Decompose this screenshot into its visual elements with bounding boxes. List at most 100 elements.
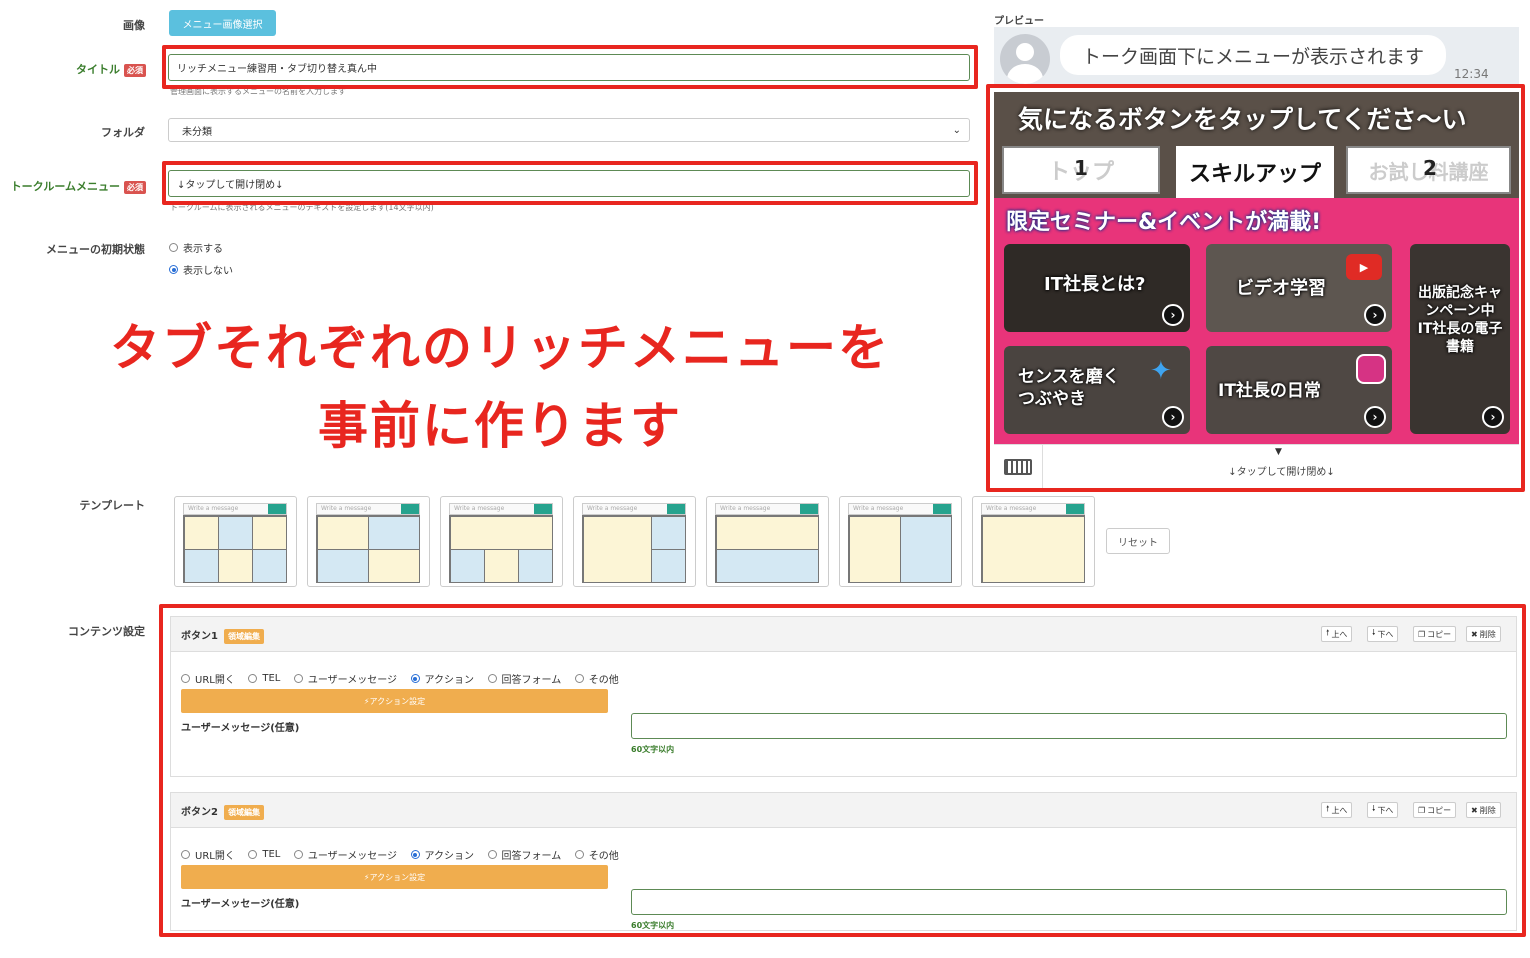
- camera-icon: [1356, 354, 1386, 384]
- close-icon: ✖: [1471, 629, 1478, 639]
- copy-label: コピー: [1427, 805, 1452, 815]
- template-placeholder: Write a message: [454, 505, 505, 512]
- radio-icon: [181, 850, 190, 859]
- copy-button[interactable]: ❐ コピー: [1413, 626, 1457, 642]
- move-down-button[interactable]: 🠗 下へ: [1367, 626, 1399, 642]
- template-option-6[interactable]: Write a message: [839, 496, 962, 587]
- tile-daily[interactable]: IT社長の日常 ›: [1206, 346, 1392, 434]
- button-1-type-options: URL開く TEL ユーザーメッセージ アクション 回答フォーム その他: [181, 671, 629, 686]
- type-user-message[interactable]: ユーザーメッセージ: [293, 847, 397, 862]
- preview-label: プレビュー: [994, 16, 1044, 27]
- action-settings-button[interactable]: ⚡ アクション設定: [181, 689, 608, 713]
- template-option-1[interactable]: Write a message: [174, 496, 297, 587]
- move-up-button[interactable]: 🠕 上へ: [1321, 626, 1353, 642]
- type-answer-form-label: 回答フォーム: [501, 675, 562, 686]
- folder-select[interactable]: 未分類 ⌄: [168, 118, 970, 142]
- required-badge: 必須: [124, 180, 146, 194]
- type-action[interactable]: アクション: [410, 847, 475, 862]
- folder-label: フォルダ: [101, 126, 145, 139]
- area-edit-badge[interactable]: 領域編集: [223, 804, 264, 820]
- move-down-label: 下へ: [1377, 805, 1394, 815]
- rich-menu-preview: 気になるボタンをタップしてくださ～い トップ 1 スキルアップ お試し料講座 2…: [994, 92, 1519, 444]
- radio-icon: [487, 850, 497, 859]
- reset-button[interactable]: リセット: [1106, 528, 1170, 554]
- footer-toggle-text[interactable]: ↓タップして開け閉め↓: [994, 463, 1530, 478]
- template-option-4[interactable]: Write a message: [573, 496, 696, 587]
- type-tel[interactable]: TEL: [248, 673, 280, 684]
- title-label: タイトル 必須: [60, 61, 146, 77]
- area-edit-badge[interactable]: 領域編集: [223, 628, 264, 644]
- user-message-input[interactable]: [631, 889, 1507, 915]
- user-message-label: ユーザーメッセージ(任意): [181, 723, 300, 734]
- talk-menu-label: トークルームメニュー 必須: [4, 178, 146, 194]
- action-settings-button[interactable]: ⚡ アクション設定: [181, 865, 608, 889]
- type-url[interactable]: URL開く: [181, 847, 235, 862]
- type-other[interactable]: その他: [574, 671, 619, 686]
- type-other[interactable]: その他: [574, 847, 619, 862]
- tile-video-label: ビデオ学習: [1236, 278, 1326, 299]
- button-1-header: ボタン1 領域編集 🠕 上へ 🠗 下へ ❐ コピー ✖ 削除: [170, 616, 1517, 652]
- button-2-type-options: URL開く TEL ユーザーメッセージ アクション 回答フォーム その他: [181, 847, 629, 862]
- type-tel-label: TEL: [262, 673, 281, 684]
- move-down-label: 下へ: [1377, 629, 1394, 639]
- caret-down-icon: ▼: [1275, 447, 1282, 457]
- initial-state-label: メニューの初期状態: [46, 243, 145, 256]
- radio-icon: [574, 850, 584, 859]
- tile-daily-label: IT社長の日常: [1218, 381, 1321, 401]
- template-placeholder: Write a message: [720, 505, 771, 512]
- tile-sense[interactable]: センスを磨くつぶやき ✦ ›: [1004, 346, 1190, 434]
- tile-it-president[interactable]: IT社長とは? ›: [1004, 244, 1190, 332]
- folder-select-value: 未分類: [182, 126, 212, 138]
- title-help: 管理画面に表示するメニューの名前を入力します: [170, 87, 346, 96]
- user-message-input[interactable]: [631, 713, 1507, 739]
- move-up-label: 上へ: [1331, 629, 1348, 639]
- annotation-line-2: 事前に作ります: [318, 397, 682, 455]
- rich-menu-panel: 限定セミナー&イベントが満載! IT社長とは? › ビデオ学習 ▶ › 出版記念キャン…: [994, 198, 1519, 444]
- tile-ebook[interactable]: 出版記念キャンペーン中 IT社長の電子書籍 ›: [1410, 244, 1510, 434]
- button-2-body: URL開く TEL ユーザーメッセージ アクション 回答フォーム その他 ⚡ ア…: [170, 827, 1517, 931]
- move-down-button[interactable]: 🠗 下へ: [1367, 802, 1399, 818]
- type-answer-form[interactable]: 回答フォーム: [487, 847, 562, 862]
- type-answer-form[interactable]: 回答フォーム: [487, 671, 562, 686]
- type-action[interactable]: アクション: [410, 671, 475, 686]
- action-settings-label: アクション設定: [369, 696, 426, 706]
- template-option-5[interactable]: Write a message: [706, 496, 829, 587]
- button-2-header: ボタン2 領域編集 🠕 上へ 🠗 下へ ❐ コピー ✖ 削除: [170, 792, 1517, 828]
- rich-menu-footer: ▼ ↓タップして開け閉め↓: [994, 444, 1519, 489]
- type-tel[interactable]: TEL: [248, 849, 280, 860]
- template-option-3[interactable]: Write a message: [440, 496, 563, 587]
- talk-menu-input[interactable]: ↓タップして開け閉め↓: [168, 170, 970, 197]
- template-option-7[interactable]: Write a message: [972, 496, 1095, 587]
- copy-icon: ❐: [1418, 629, 1426, 639]
- avatar: [1000, 34, 1050, 84]
- type-action-label: アクション: [424, 675, 475, 686]
- radio-icon: [293, 850, 303, 859]
- chevron-right-icon: ›: [1162, 406, 1184, 428]
- tile-video[interactable]: ビデオ学習 ▶ ›: [1206, 244, 1392, 332]
- copy-label: コピー: [1427, 629, 1452, 639]
- chevron-right-icon: ›: [1482, 406, 1504, 428]
- template-placeholder: Write a message: [986, 505, 1037, 512]
- button-1-body: URL開く TEL ユーザーメッセージ アクション 回答フォーム その他 ⚡ ア…: [170, 651, 1517, 777]
- annotation-line-1: タブそれぞれのリッチメニューを: [110, 319, 890, 377]
- select-menu-image-button[interactable]: メニュー画像選択: [169, 10, 276, 36]
- delete-button[interactable]: ✖ 削除: [1466, 626, 1501, 642]
- move-up-button[interactable]: 🠕 上へ: [1321, 802, 1353, 818]
- rich-tab-skillup[interactable]: スキルアップ: [1176, 146, 1334, 198]
- initial-state-hide[interactable]: 表示しない: [169, 262, 243, 277]
- arrow-down-icon: 🠗: [1372, 628, 1376, 637]
- template-option-2[interactable]: Write a message: [307, 496, 430, 587]
- copy-button[interactable]: ❐ コピー: [1413, 802, 1457, 818]
- talk-menu-label-text: トークルームメニュー: [10, 180, 120, 193]
- type-action-label: アクション: [424, 851, 475, 862]
- radio-icon: [169, 243, 178, 252]
- type-user-message[interactable]: ユーザーメッセージ: [293, 671, 397, 686]
- title-input[interactable]: リッチメニュー練習用・タブ切り替え真ん中: [168, 54, 970, 81]
- radio-selected-icon: [169, 265, 178, 274]
- radio-icon: [248, 674, 258, 683]
- message-time: 12:34: [1454, 67, 1489, 81]
- initial-state-show[interactable]: 表示する: [169, 240, 233, 255]
- delete-button[interactable]: ✖ 削除: [1466, 802, 1501, 818]
- type-url[interactable]: URL開く: [181, 671, 235, 686]
- type-answer-form-label: 回答フォーム: [501, 851, 562, 862]
